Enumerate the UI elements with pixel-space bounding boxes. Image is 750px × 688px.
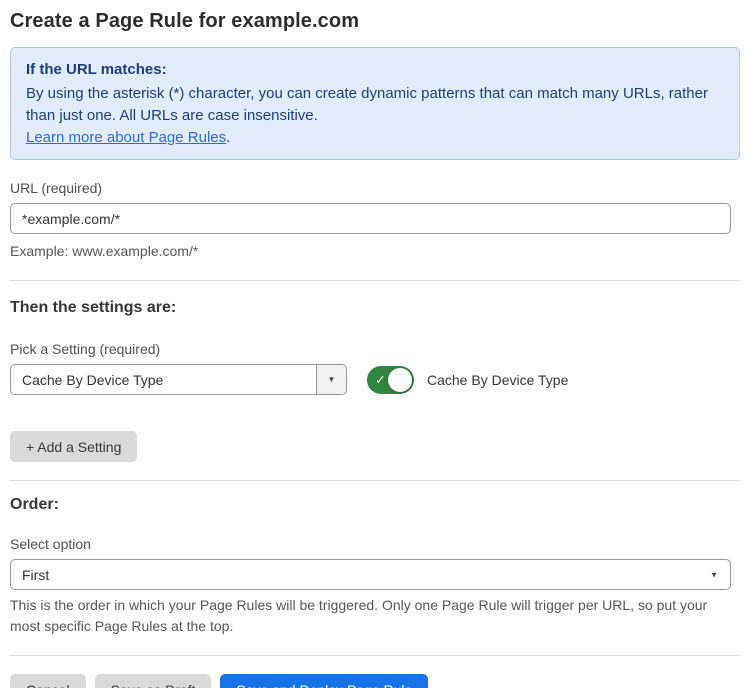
actions-row: Cancel Save as Draft Save and Deploy Pag… xyxy=(10,674,740,688)
cancel-button[interactable]: Cancel xyxy=(10,674,86,688)
section-divider xyxy=(10,280,740,281)
info-box-link-line: Learn more about Page Rules. xyxy=(26,127,724,149)
url-input[interactable] xyxy=(10,203,731,234)
cache-by-device-toggle[interactable]: ✓ xyxy=(367,366,414,394)
actions-divider xyxy=(10,655,740,656)
learn-more-link[interactable]: Learn more about Page Rules xyxy=(26,129,226,146)
url-field-label: URL (required) xyxy=(10,180,740,196)
info-box-heading: If the URL matches: xyxy=(26,59,724,81)
url-example-helper: Example: www.example.com/* xyxy=(10,241,740,262)
info-box-body: By using the asterisk (*) character, you… xyxy=(26,83,724,127)
save-as-draft-button[interactable]: Save as Draft xyxy=(95,674,212,688)
chevron-down-icon: ▼ xyxy=(710,570,718,579)
order-select[interactable]: First ▼ xyxy=(10,559,731,590)
page-title: Create a Page Rule for example.com xyxy=(10,8,740,34)
setting-select[interactable]: Cache By Device Type ▼ xyxy=(10,364,347,395)
setting-select-value: Cache By Device Type xyxy=(11,365,316,394)
link-period: . xyxy=(226,129,230,146)
save-and-deploy-button[interactable]: Save and Deploy Page Rule xyxy=(220,674,428,688)
setting-row: Cache By Device Type ▼ ✓ Cache By Device… xyxy=(10,364,740,395)
order-section-heading: Order: xyxy=(10,496,740,514)
order-helper-text: This is the order in which your Page Rul… xyxy=(10,595,734,637)
toggle-setting-label: Cache By Device Type xyxy=(427,372,568,388)
settings-section-heading: Then the settings are: xyxy=(10,299,740,317)
create-page-rule-form: Create a Page Rule for example.com If th… xyxy=(0,0,750,688)
order-select-label: Select option xyxy=(10,536,740,552)
url-match-info-box: If the URL matches: By using the asteris… xyxy=(10,47,740,160)
section-divider xyxy=(10,480,740,481)
check-icon: ✓ xyxy=(375,373,386,386)
pick-setting-label: Pick a Setting (required) xyxy=(10,341,740,357)
add-setting-button[interactable]: + Add a Setting xyxy=(10,431,137,462)
order-select-value: First xyxy=(22,567,49,583)
setting-select-caret-button[interactable]: ▼ xyxy=(316,365,346,394)
chevron-down-icon: ▼ xyxy=(328,375,336,384)
toggle-knob xyxy=(388,368,412,392)
